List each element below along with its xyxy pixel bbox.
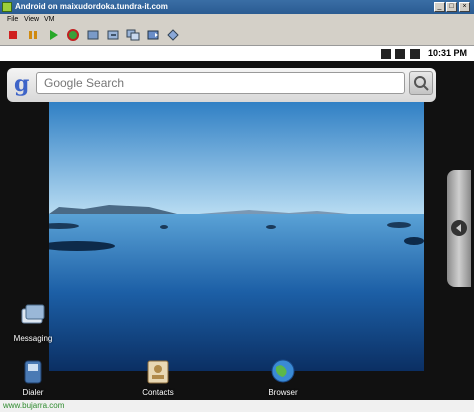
revert-icon[interactable] (106, 28, 120, 42)
android-screen[interactable]: 10:31 PM g Google Search Messaging Diale… (0, 45, 474, 400)
unity-icon[interactable] (166, 28, 180, 42)
usb-icon (381, 49, 391, 59)
menu-vm[interactable]: VM (44, 14, 55, 25)
minimize-button[interactable]: _ (434, 2, 445, 12)
window-title: Android on maixudordoka.tundra-it.com (15, 2, 168, 11)
close-button[interactable]: × (459, 2, 470, 12)
app-icon (2, 2, 12, 12)
battery-icon (410, 49, 420, 59)
wallpaper (49, 101, 424, 371)
app-label-browser: Browser (268, 388, 298, 397)
menu-view[interactable]: View (24, 14, 39, 25)
menu-bar: File View VM (0, 14, 474, 25)
search-input[interactable]: Google Search (36, 72, 405, 94)
app-contacts[interactable]: Contacts (128, 357, 188, 398)
manage-snapshots-icon[interactable] (126, 28, 140, 42)
window-footer (0, 400, 474, 412)
contacts-icon (144, 357, 172, 385)
search-button[interactable] (409, 71, 433, 95)
app-label-messaging: Messaging (13, 334, 53, 343)
pause-icon[interactable] (26, 28, 40, 42)
status-time: 10:31 PM (428, 48, 468, 58)
app-drawer-handle[interactable] (447, 170, 471, 287)
app-browser[interactable]: Browser (253, 357, 313, 398)
android-status-bar: 10:31 PM (0, 45, 474, 61)
play-icon[interactable] (46, 28, 60, 42)
fullscreen-icon[interactable] (146, 28, 160, 42)
signal-icon (395, 49, 405, 59)
reset-icon[interactable] (66, 28, 80, 42)
maximize-button[interactable]: □ (446, 2, 457, 12)
home-screen[interactable]: g Google Search Messaging Dialer Contact… (0, 61, 474, 400)
watermark: www.bujarra.com (3, 401, 65, 410)
vm-toolbar (0, 25, 474, 45)
app-label-contacts: Contacts (142, 388, 174, 397)
snapshot-icon[interactable] (86, 28, 100, 42)
messaging-icon (19, 303, 47, 331)
google-search-widget[interactable]: g Google Search (7, 68, 436, 102)
dialer-icon (19, 357, 47, 385)
app-messaging[interactable]: Messaging (3, 303, 63, 344)
globe-icon (269, 357, 297, 385)
app-label-dialer: Dialer (22, 388, 44, 397)
app-dialer[interactable]: Dialer (3, 357, 63, 398)
chevron-left-icon (451, 220, 467, 236)
window-titlebar: Android on maixudordoka.tundra-it.com _ … (0, 0, 474, 14)
menu-file[interactable]: File (7, 14, 18, 25)
stop-icon[interactable] (6, 28, 20, 42)
search-icon (414, 76, 429, 91)
google-logo: g (14, 71, 30, 97)
